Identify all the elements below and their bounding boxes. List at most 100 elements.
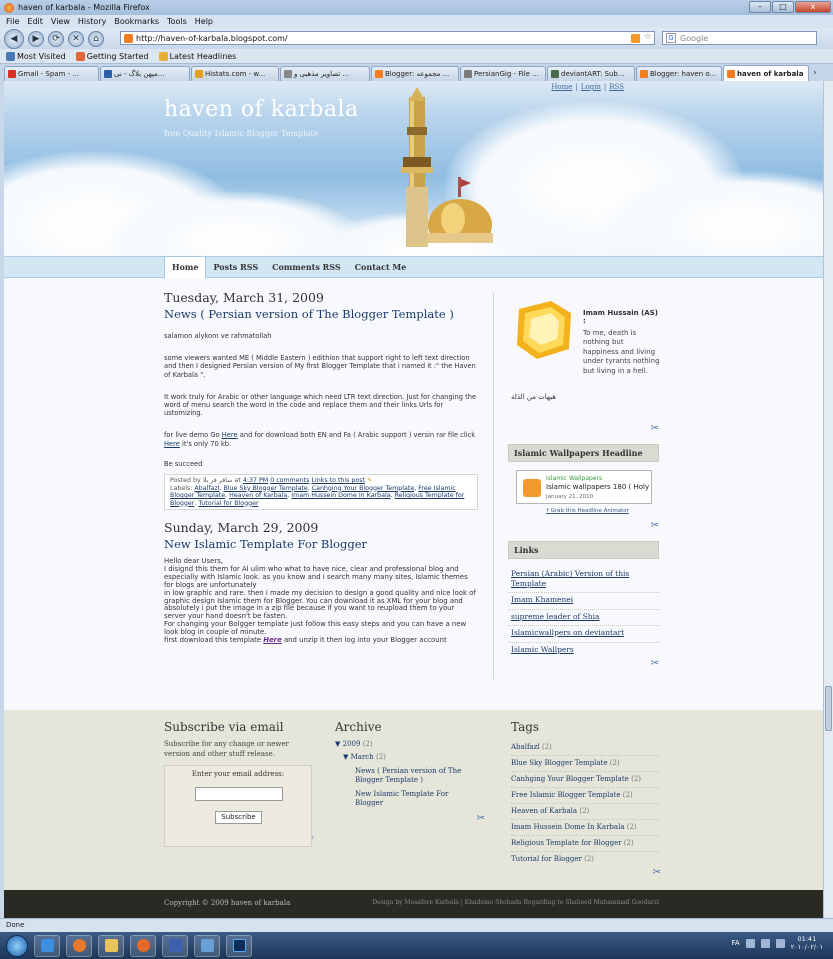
tag-item[interactable]: Free Islamic Blogger Template (2) (511, 788, 659, 804)
label-link[interactable]: Abalfazl (194, 485, 219, 492)
tag-link[interactable]: Heaven of Karbala (511, 807, 577, 815)
taskbar-firefox[interactable] (66, 934, 92, 957)
home-button[interactable]: ⌂ (88, 30, 104, 47)
widget-tools-icon[interactable]: ✂ (335, 813, 485, 824)
language-indicator[interactable]: FA (732, 939, 740, 947)
tab-blogger-haven[interactable]: Blogger: haven o... (636, 66, 722, 81)
tab-gmail[interactable]: Gmail - Spam - ... (4, 66, 99, 81)
tab-religious-images[interactable]: تصاویر مذهبی و ... (280, 66, 370, 81)
email-input[interactable] (195, 787, 283, 801)
tag-link[interactable]: Abalfazl (511, 743, 540, 751)
links-to-post[interactable]: Links to this post (311, 477, 365, 484)
tag-item[interactable]: Imam Hussein Dome In Karbala (2) (511, 820, 659, 836)
search-box[interactable]: G Google (662, 31, 817, 45)
grab-animator-link[interactable]: † Grab this Headline Animator (508, 508, 659, 514)
tab-persiangig[interactable]: PersianGig - File ... (460, 66, 546, 81)
tag-item[interactable]: Blue Sky Blogger Template (2) (511, 756, 659, 772)
tag-link[interactable]: Imam Hussein Dome In Karbala (511, 823, 625, 831)
archive-year[interactable]: ▼ 2009 (2) (335, 740, 485, 748)
tag-item[interactable]: Heaven of Karbala (2) (511, 804, 659, 820)
bookmark-latest-headlines[interactable]: Latest Headlines (158, 51, 236, 61)
bookmark-most-visited[interactable]: Most Visited (6, 51, 66, 61)
comments-link[interactable]: 0 comments (270, 477, 309, 484)
tab-blogger-collection[interactable]: Blogger: مجموعه ... (371, 66, 459, 81)
label-link[interactable]: Canhging Your Blogger Template (312, 485, 415, 492)
feed-headline[interactable]: Islamic wallpapers 180 ( Holy (546, 483, 649, 491)
taskbar-network[interactable] (194, 934, 220, 957)
post-time-link[interactable]: 4:37 PM (243, 477, 268, 484)
demo-link[interactable]: Here (222, 431, 238, 439)
bookmark-star-icon[interactable]: ☆ (644, 32, 652, 42)
taskbar-explorer[interactable] (98, 934, 124, 957)
archive-post-link[interactable]: New Islamic Template For Blogger (355, 790, 465, 808)
widget-tools-icon[interactable]: ✂ (508, 423, 659, 434)
edit-pencil-icon[interactable]: ✎ (367, 477, 372, 484)
maximize-button[interactable]: □ (772, 1, 794, 13)
close-button[interactable]: x (795, 1, 831, 13)
menu-help[interactable]: Help (195, 17, 213, 26)
login-link[interactable]: Login (581, 83, 601, 91)
tag-link[interactable]: Tutorial for Blogger (511, 855, 582, 863)
tray-network-icon[interactable] (760, 938, 770, 948)
nav-contact-me[interactable]: Contact Me (348, 257, 414, 279)
tab-scroll-icon[interactable]: › (813, 66, 817, 81)
rss-feed-icon[interactable] (631, 34, 640, 43)
tab-histats[interactable]: Histats.com - w... (191, 66, 279, 81)
url-bar[interactable]: http://haven-of-karbala.blogspot.com/ ☆ (120, 31, 655, 45)
menu-edit[interactable]: Edit (27, 17, 43, 26)
label-link[interactable]: Imam Hussein Dome In Karbala (291, 492, 390, 499)
nav-posts-rss[interactable]: Posts RSS (206, 257, 265, 279)
post-title[interactable]: News ( Persian version of The Blogger Te… (164, 306, 478, 322)
tag-item[interactable]: Canhging Your Blogger Template (2) (511, 772, 659, 788)
tab-haven-of-karbala[interactable]: haven of karbala ✕ (723, 65, 809, 81)
bookmark-getting-started[interactable]: Getting Started (75, 51, 149, 61)
home-link[interactable]: Home (551, 83, 572, 91)
taskbar-ie[interactable] (34, 934, 60, 957)
forward-button[interactable]: ▶ (28, 30, 44, 47)
back-button[interactable]: ◀ (4, 28, 24, 49)
taskbar-outlook[interactable] (162, 934, 188, 957)
menu-file[interactable]: File (6, 17, 19, 26)
headline-animator[interactable]: Islamic Wallpapers Islamic wallpapers 18… (516, 470, 652, 504)
taskbar-photoshop[interactable] (226, 934, 252, 957)
google-icon[interactable]: G (666, 33, 676, 43)
close-tab-icon[interactable]: ✕ (808, 69, 809, 78)
tag-link[interactable]: Religious Template for Blogger (511, 839, 622, 847)
minimize-button[interactable]: – (749, 1, 771, 13)
template-download-link[interactable]: Here (263, 636, 282, 644)
label-link[interactable]: Heaven of Karbala (229, 492, 287, 499)
tag-item[interactable]: Religious Template for Blogger (2) (511, 836, 659, 852)
scrollbar-thumb[interactable] (825, 686, 832, 731)
stop-button[interactable]: ✕ (68, 30, 84, 47)
start-button[interactable] (6, 934, 28, 957)
link-deviantart[interactable]: Islamicwallpers on deviantart (508, 626, 659, 643)
tab-deviantart[interactable]: deviantART: Sub... (547, 66, 635, 81)
nav-comments-rss[interactable]: Comments RSS (265, 257, 348, 279)
url-text[interactable]: http://haven-of-karbala.blogspot.com/ (136, 34, 288, 43)
vertical-scrollbar[interactable] (823, 81, 833, 918)
collapse-arrow-icon[interactable]: ▼ (343, 753, 351, 761)
post-title[interactable]: New Islamic Template For Blogger (164, 536, 478, 552)
reload-button[interactable]: ⟳ (48, 30, 64, 47)
archive-post-link[interactable]: News ( Persian version of The Blogger Te… (355, 767, 465, 785)
menu-tools[interactable]: Tools (167, 17, 187, 26)
menu-bookmarks[interactable]: Bookmarks (114, 17, 159, 26)
tray-flag-icon[interactable] (745, 938, 755, 948)
tag-link[interactable]: Canhging Your Blogger Template (511, 775, 629, 783)
subscribe-button[interactable]: Subscribe (215, 811, 262, 824)
rss-link[interactable]: RSS (609, 83, 624, 91)
tag-link[interactable]: Free Islamic Blogger Template (511, 791, 621, 799)
label-link[interactable]: Blue Sky Blogger Template (223, 485, 307, 492)
archive-month[interactable]: ▼ March (2) (343, 753, 485, 761)
menu-history[interactable]: History (78, 17, 106, 26)
widget-tools-icon[interactable]: ✂ (511, 867, 661, 878)
link-supreme-leader[interactable]: supreme leader of Shia (508, 610, 659, 626)
tab-mihanblog[interactable]: میهن بلاگ - نی... (100, 66, 190, 81)
tag-item[interactable]: Tutorial for Blogger (2) (511, 852, 659, 867)
month-label[interactable]: March (351, 753, 374, 761)
nav-home[interactable]: Home (164, 257, 207, 279)
widget-tools-icon[interactable]: ✂ (508, 520, 659, 531)
tag-item[interactable]: Abalfazl (2) (511, 740, 659, 756)
link-persian-version[interactable]: Persian (Arabic) Version of this Templat… (508, 567, 659, 593)
link-islamic-wallpers[interactable]: Islamic Wallpers (508, 643, 659, 659)
